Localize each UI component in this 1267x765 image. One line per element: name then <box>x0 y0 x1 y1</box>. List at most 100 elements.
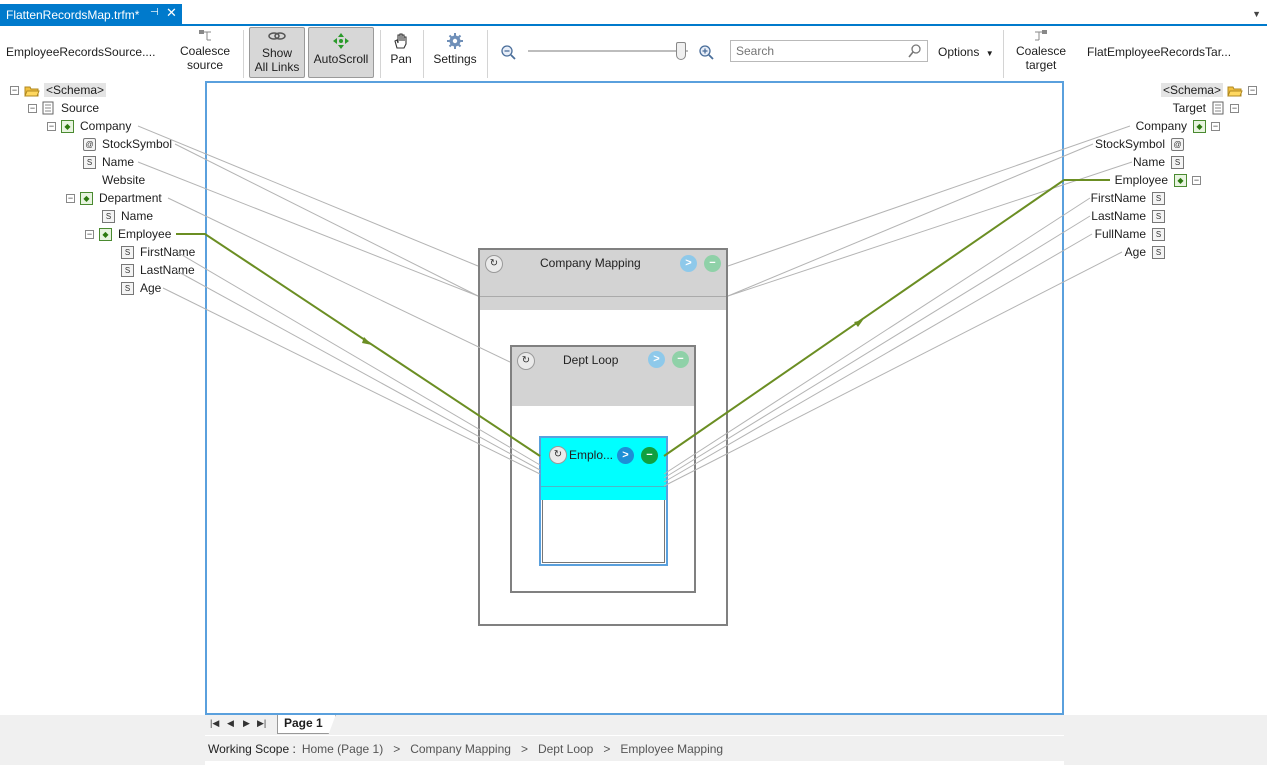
coalesce-source-button[interactable]: Coalesce source <box>176 28 234 72</box>
tree-label: <Schema> <box>44 83 107 97</box>
element-icon: S <box>102 209 115 223</box>
tree-label: Employee <box>118 227 172 241</box>
drill-in-button[interactable]: > <box>648 351 665 368</box>
next-page-icon[interactable]: ▶ <box>243 718 250 729</box>
tree-node-website[interactable]: Website <box>83 172 145 188</box>
tree-node-name[interactable]: Name S <box>1133 154 1184 170</box>
tree-label: StockSymbol <box>102 137 173 151</box>
status-area-left <box>0 715 205 765</box>
tree-node-company[interactable]: Company ◆ − <box>1136 118 1220 134</box>
show-all-links-button[interactable]: Show All Links <box>249 27 305 78</box>
breadcrumb-dept-loop[interactable]: Dept Loop <box>538 742 593 756</box>
coalesce-target-button[interactable]: Coalesce target <box>1012 28 1070 72</box>
tree-node-firstname[interactable]: S FirstName <box>121 244 195 260</box>
employee-mapping-functoid[interactable]: ↻ Emplo... > − <box>539 436 668 566</box>
first-page-icon[interactable]: |◀ <box>210 718 219 729</box>
breadcrumb-separator: > <box>520 741 528 756</box>
zoom-in-icon[interactable] <box>698 44 714 60</box>
tree-node-department[interactable]: − ◆ Department <box>66 190 162 206</box>
pin-icon[interactable]: ⊣ <box>150 7 159 18</box>
breadcrumb-employee-mapping[interactable]: Employee Mapping <box>620 742 723 756</box>
zoom-slider-thumb[interactable] <box>676 42 686 60</box>
loop-icon: ↻ <box>517 352 535 370</box>
tree-node-age[interactable]: Age S <box>1125 244 1165 260</box>
show-all-links-label-1: Show <box>261 46 293 60</box>
tree-label: LastName <box>140 263 195 277</box>
breadcrumb-company-mapping[interactable]: Company Mapping <box>410 742 511 756</box>
record-icon: ◆ <box>80 191 93 205</box>
tree-node-stocksymbol[interactable]: @ StockSymbol <box>83 136 172 152</box>
tree-node-stocksymbol[interactable]: StockSymbol @ <box>1095 136 1184 152</box>
search-box[interactable] <box>730 40 928 62</box>
tree-label: Source <box>61 101 100 115</box>
tree-node-employee[interactable]: Employee ◆ − <box>1115 172 1201 188</box>
pan-label: Pan <box>390 52 412 66</box>
collapse-icon[interactable]: − <box>1211 121 1220 131</box>
tree-node-firstname[interactable]: FirstName S <box>1091 190 1165 206</box>
tree-node-lastname[interactable]: LastName S <box>1091 208 1165 224</box>
search-icon[interactable] <box>907 43 923 59</box>
scope-label: Working Scope : <box>208 741 296 756</box>
autoscroll-button[interactable]: AutoScroll <box>308 27 374 78</box>
tree-node-lastname[interactable]: S LastName <box>121 262 195 278</box>
element-icon: S <box>121 245 134 259</box>
link-icon <box>268 32 286 40</box>
tree-node-name[interactable]: S Name <box>83 154 134 170</box>
tree-node-schema[interactable]: <Schema> − <box>1160 82 1257 98</box>
page-tabs-bar: |◀ ◀ ▶ ▶| Page 1 <box>205 715 1064 735</box>
tree-node-target[interactable]: Target − <box>1173 100 1239 116</box>
element-icon: S <box>1152 209 1165 223</box>
page-tab[interactable]: Page 1 <box>277 715 336 734</box>
coalesce-icon <box>1035 30 1047 41</box>
record-icon: ◆ <box>1174 173 1187 187</box>
remove-button[interactable]: − <box>672 351 689 368</box>
tree-label: Company <box>1135 119 1187 133</box>
tree-label: <Schema> <box>1160 83 1223 97</box>
document-tab[interactable]: FlattenRecordsMap.trfm* ⊣ ✕ <box>0 4 182 26</box>
tree-node-dept-name[interactable]: S Name <box>102 208 153 224</box>
source-schema-name[interactable]: EmployeeRecordsSource.... <box>6 45 155 59</box>
remove-button[interactable]: − <box>641 447 658 464</box>
pan-button[interactable]: Pan <box>386 32 416 66</box>
tree-node-company[interactable]: − ◆ Company <box>47 118 131 134</box>
collapse-icon[interactable]: − <box>1192 175 1201 185</box>
collapse-icon[interactable]: − <box>66 193 75 203</box>
target-schema-name[interactable]: FlatEmployeeRecordsTar... <box>1087 45 1231 59</box>
tree-node-employee[interactable]: − ◆ Employee <box>85 226 171 242</box>
tree-label: FirstName <box>140 245 196 259</box>
zoom-out-icon[interactable] <box>500 44 516 60</box>
prev-page-icon[interactable]: ◀ <box>227 718 234 729</box>
tree-node-fullname[interactable]: FullName S <box>1095 226 1165 242</box>
tab-dropdown-icon[interactable]: ▼ <box>1252 9 1261 19</box>
document-tab-strip: FlattenRecordsMap.trfm* ⊣ ✕ ▼ <box>0 0 1267 26</box>
zoom-slider-track[interactable] <box>528 50 688 52</box>
collapse-icon[interactable]: − <box>10 85 19 95</box>
collapse-icon[interactable]: − <box>85 229 94 239</box>
drill-in-button[interactable]: > <box>617 447 634 464</box>
element-icon: S <box>1171 155 1184 169</box>
collapse-icon[interactable]: − <box>28 103 37 113</box>
settings-button[interactable]: Settings <box>430 32 480 66</box>
breadcrumb-home[interactable]: Home (Page 1) <box>302 742 383 756</box>
collapse-icon[interactable]: − <box>1230 103 1239 113</box>
functoid-title: Emplo... <box>569 448 614 462</box>
search-input[interactable] <box>736 41 906 61</box>
collapse-icon[interactable]: − <box>47 121 56 131</box>
last-page-icon[interactable]: ▶| <box>257 718 266 729</box>
tree-node-source[interactable]: − Source <box>28 100 99 116</box>
tree-node-schema[interactable]: − <Schema> <box>10 82 107 98</box>
tree-node-age[interactable]: S Age <box>121 280 161 296</box>
toolbar-separator <box>487 30 488 78</box>
coalesce-source-label-2: source <box>186 58 224 72</box>
status-area-right <box>1064 715 1267 765</box>
remove-button[interactable]: − <box>704 255 721 272</box>
close-icon[interactable]: ✕ <box>166 5 177 21</box>
tree-label: Name <box>1132 155 1165 169</box>
drill-in-button[interactable]: > <box>680 255 697 272</box>
tree-label: Company <box>80 119 132 133</box>
loop-icon: ↻ <box>549 446 567 464</box>
collapse-icon[interactable]: − <box>1248 85 1257 95</box>
options-dropdown[interactable]: Options ▼ <box>938 45 994 61</box>
coalesce-source-label-1: Coalesce <box>179 44 231 58</box>
tree-label: Age <box>1124 245 1146 259</box>
